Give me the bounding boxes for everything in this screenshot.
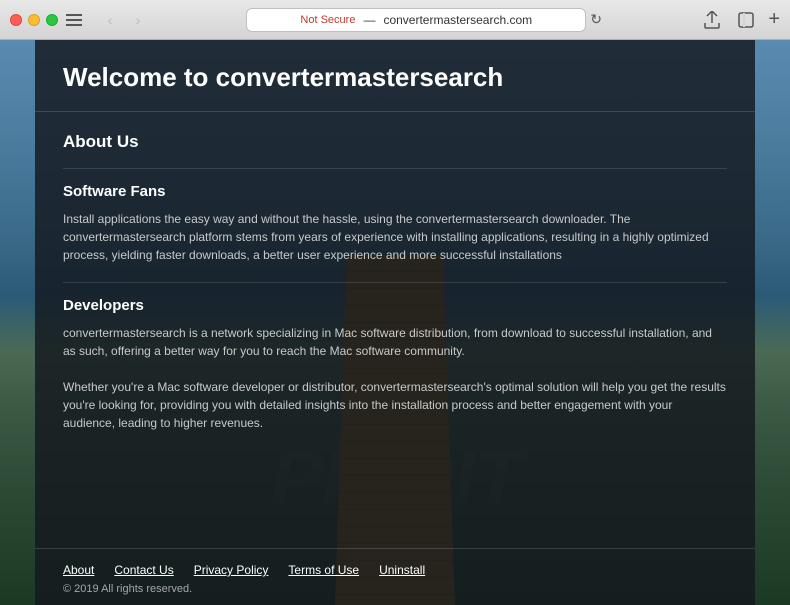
footer-link-privacy[interactable]: Privacy Policy (194, 563, 269, 577)
footer-links: About Contact Us Privacy Policy Terms of… (63, 563, 727, 577)
software-fans-heading: Software Fans (63, 183, 727, 200)
content-area: About Us Software Fans Install applicati… (35, 112, 755, 548)
footer-link-about[interactable]: About (63, 563, 94, 577)
security-label: Not Secure (300, 14, 355, 26)
maximize-button[interactable] (46, 14, 58, 26)
reload-button[interactable]: ↻ (590, 11, 602, 28)
footer-link-contact[interactable]: Contact Us (114, 563, 173, 577)
nav-buttons: ‹ › (98, 8, 150, 32)
close-button[interactable] (10, 14, 22, 26)
forward-button[interactable]: › (126, 8, 150, 32)
footer-link-terms[interactable]: Terms of Use (288, 563, 359, 577)
browser-actions: + (698, 6, 780, 34)
site-footer: About Contact Us Privacy Policy Terms of… (35, 548, 755, 605)
address-bar-container: Not Secure — convertermastersearch.com ↻ (160, 8, 688, 32)
software-fans-text: Install applications the easy way and wi… (63, 210, 727, 264)
developers-heading: Developers (63, 297, 727, 314)
traffic-lights (10, 14, 58, 26)
url-text: convertermastersearch.com (383, 13, 532, 27)
back-button[interactable]: ‹ (98, 8, 122, 32)
address-separator: — (363, 13, 375, 27)
webpage: PIRRIT Welcome to convertermastersearch … (0, 40, 790, 605)
share-button[interactable] (698, 6, 726, 34)
footer-link-uninstall[interactable]: Uninstall (379, 563, 425, 577)
developers-text-2: Whether you're a Mac software developer … (63, 378, 727, 432)
section-divider-2 (63, 282, 727, 283)
site-title: Welcome to convertermastersearch (63, 62, 727, 93)
add-tab-button[interactable]: + (768, 8, 780, 31)
browser-chrome: ‹ › Not Secure — convertermastersearch.c… (0, 0, 790, 40)
new-tab-button[interactable] (732, 6, 760, 34)
footer-copyright: © 2019 All rights reserved. (63, 583, 727, 595)
minimize-button[interactable] (28, 14, 40, 26)
address-bar[interactable]: Not Secure — convertermastersearch.com (246, 8, 586, 32)
about-heading: About Us (63, 132, 727, 152)
site-header: Welcome to convertermastersearch (35, 40, 755, 112)
sidebar-toggle-button[interactable] (62, 8, 86, 32)
section-divider-1 (63, 168, 727, 169)
main-content: Welcome to convertermastersearch About U… (35, 40, 755, 605)
developers-text-1: convertermastersearch is a network speci… (63, 324, 727, 360)
